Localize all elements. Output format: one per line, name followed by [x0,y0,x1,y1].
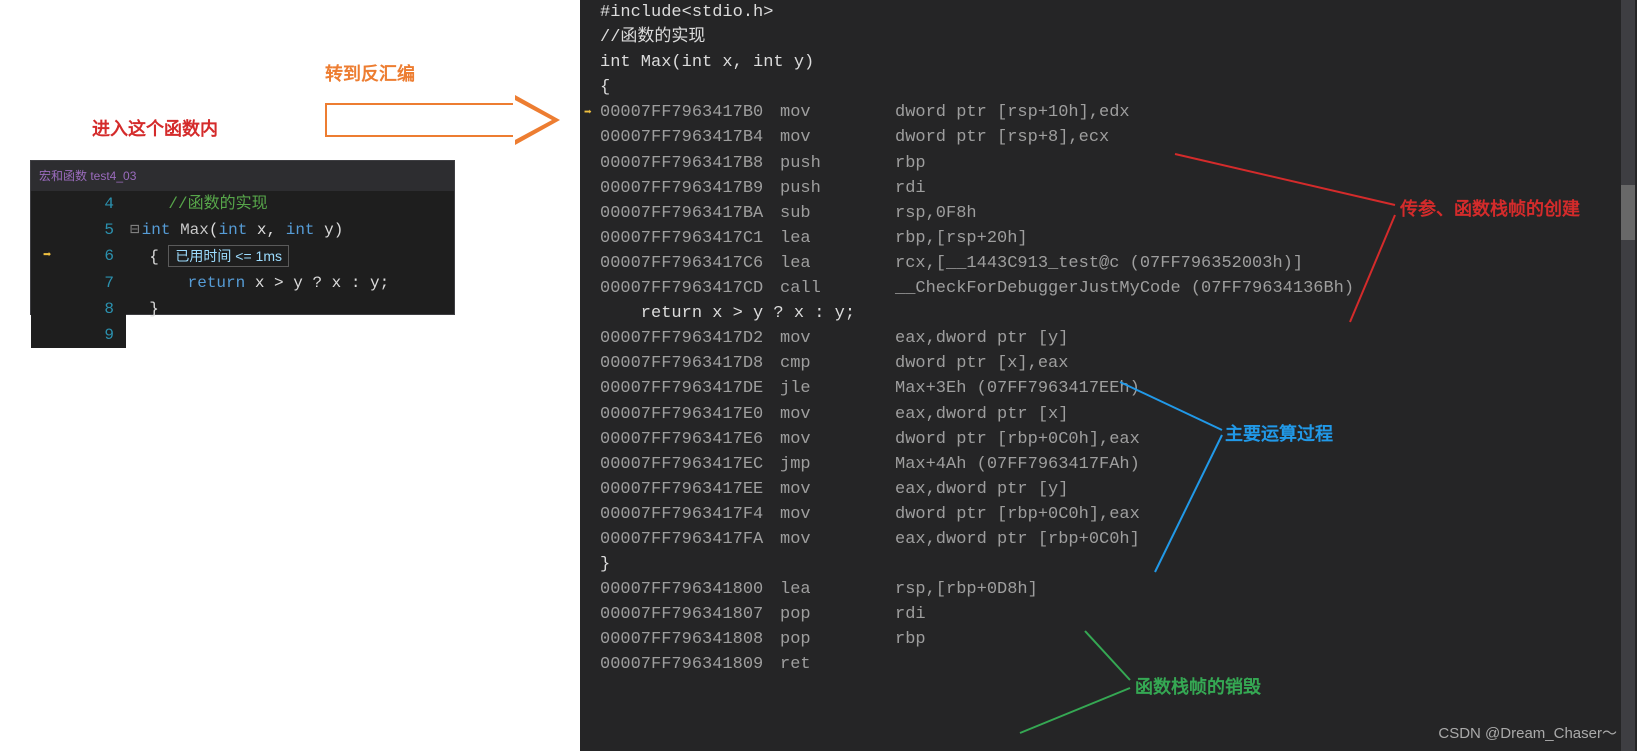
asm-row: 00007FF7963417C1learbp,[rsp+20h] [580,226,1637,251]
asm-row: 00007FF7963417C6learcx,[__1443C913_test@… [580,251,1637,276]
source-line: } [600,552,610,577]
label-goto-disasm: 转到反汇编 [325,60,415,86]
label-stack-destroy: 函数栈帧的销毁 [1135,673,1261,699]
code-line: } [126,296,454,322]
asm-row: 00007FF7963417B8pushrbp [580,151,1637,176]
line-number: 7 [71,270,126,296]
label-stack-create: 传参、函数栈帧的创建 [1400,195,1580,221]
code-line: return x > y ? x : y; [126,270,454,296]
source-line: int Max(int x, int y) [600,50,814,75]
arrow-icon [325,95,560,145]
disassembly-panel: #include<stdio.h> //函数的实现 int Max(int x,… [580,0,1637,751]
code-editor-panel: 宏和函数 test4_03 4 //函数的实现 5 ⊟int Max(int x… [30,160,455,315]
line-number: 9 [71,322,126,348]
source-line: { [600,75,610,100]
scrollbar[interactable] [1621,0,1635,751]
asm-row: 00007FF7963417E0moveax,dword ptr [x] [580,402,1637,427]
source-line: #include<stdio.h> [600,0,773,25]
asm-row: 00007FF7963417DEjleMax+3Eh (07FF7963417E… [580,376,1637,401]
line-number: 8 [71,296,126,322]
label-calc-process: 主要运算过程 [1225,420,1333,446]
line-number: 4 [71,191,126,217]
asm-row: 00007FF796341808poprbp [580,627,1637,652]
asm-row: ➡00007FF7963417B0movdword ptr [rsp+10h],… [580,100,1637,125]
asm-row: 00007FF796341800learsp,[rbp+0D8h] [580,577,1637,602]
asm-row: 00007FF7963417CDcall__CheckForDebuggerJu… [580,276,1637,301]
asm-row: 00007FF796341809ret [580,652,1637,677]
line-number: 5 [71,217,126,243]
source-line: return x > y ? x : y; [600,301,855,326]
code-line: ⊟int Max(int x, int y) [126,217,454,243]
current-line-arrow-icon: ➡ [43,243,51,269]
asm-row: 00007FF7963417EEmoveax,dword ptr [y] [580,477,1637,502]
asm-row: 00007FF7963417E6movdword ptr [rbp+0C0h],… [580,427,1637,452]
editor-tab-title: 宏和函数 test4_03 [31,161,454,191]
scrollbar-thumb[interactable] [1621,185,1635,240]
current-instruction-arrow-icon: ➡ [584,100,592,125]
asm-row: 00007FF7963417ECjmpMax+4Ah (07FF7963417F… [580,452,1637,477]
code-line: { 已用时间 <= 1ms [126,243,454,270]
label-enter-function: 进入这个函数内 [92,115,218,141]
code-line: //函数的实现 [126,191,454,217]
asm-row: 00007FF7963417D8cmpdword ptr [x],eax [580,351,1637,376]
asm-row: 00007FF7963417B4movdword ptr [rsp+8],ecx [580,125,1637,150]
source-line: //函数的实现 [600,25,705,50]
asm-row: 00007FF7963417D2moveax,dword ptr [y] [580,326,1637,351]
asm-row: 00007FF7963417FAmoveax,dword ptr [rbp+0C… [580,527,1637,552]
watermark: CSDN @Dream_Chaser～ [1438,722,1617,743]
timing-badge: 已用时间 <= 1ms [168,245,289,267]
line-number: 6 [71,243,126,270]
asm-row: 00007FF796341807poprdi [580,602,1637,627]
asm-row: 00007FF7963417F4movdword ptr [rbp+0C0h],… [580,502,1637,527]
